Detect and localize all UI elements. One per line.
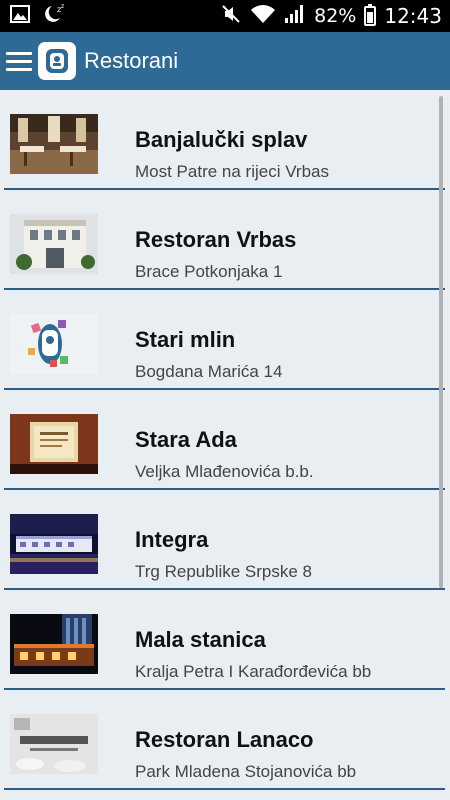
restaurant-item[interactable]: Integra Trg Republike Srpske 8: [0, 490, 445, 590]
restaurant-item[interactable]: Stari mlin Bogdana Marića 14: [0, 290, 445, 390]
signal-icon: [284, 4, 306, 28]
restaurant-name: Mala stanica: [135, 627, 266, 652]
scrollbar[interactable]: [439, 96, 443, 588]
app-bar: Restorani: [0, 32, 450, 90]
restaurant-address: Brace Potkonjaka 1: [135, 262, 283, 281]
restaurant-thumbnail: [10, 414, 98, 474]
page-title: Restorani: [84, 48, 179, 73]
app-logo[interactable]: [38, 42, 76, 80]
restaurant-thumbnail: [10, 314, 98, 374]
svg-text:z: z: [61, 3, 64, 10]
restaurant-address: Most Patre na rijeci Vrbas: [135, 162, 329, 181]
mute-icon: [220, 3, 242, 29]
restaurant-address: Bogdana Marića 14: [135, 362, 283, 381]
restaurant-name: Restoran Lanaco: [135, 727, 314, 752]
restaurant-name: Integra: [135, 527, 209, 552]
restaurant-address: Veljka Mlađenovića b.b.: [135, 462, 314, 481]
restaurant-thumbnail: [10, 614, 98, 674]
image-icon: [10, 5, 30, 27]
restaurant-name: Restoran Vrbas: [135, 227, 297, 252]
restaurant-item[interactable]: Mala stanica Kralja Petra I Karađorđević…: [0, 590, 445, 690]
divider: [4, 788, 445, 790]
restaurant-thumbnail: [10, 214, 98, 274]
battery-percent: 82%: [314, 5, 357, 27]
restaurant-thumbnail: [10, 514, 98, 574]
restaurant-address: Park Mladena Stojanovića bb: [135, 762, 357, 781]
sleep-moon-icon: zz: [40, 3, 66, 29]
restaurant-address: Kralja Petra I Karađorđevića bb: [135, 662, 372, 681]
restaurant-name: Stara Ada: [135, 427, 237, 452]
menu-icon[interactable]: [6, 46, 36, 76]
restaurant-thumbnail: [10, 714, 98, 774]
restaurant-item[interactable]: Restoran Vrbas Brace Potkonjaka 1: [0, 190, 445, 290]
restaurant-item[interactable]: Stara Ada Veljka Mlađenovića b.b.: [0, 390, 445, 490]
restaurant-thumbnail: [10, 114, 98, 174]
restaurant-list[interactable]: Banjalučki splav Most Patre na rijeci Vr…: [0, 90, 450, 800]
restaurant-address: Trg Republike Srpske 8: [135, 562, 313, 581]
battery-fill: [367, 12, 374, 23]
status-bar: zz 82% 12:43: [0, 0, 450, 32]
restaurant-item[interactable]: Restoran Lanaco Park Mladena Stojanovića…: [0, 690, 445, 790]
restaurant-name: Stari mlin: [135, 327, 236, 352]
restaurant-item[interactable]: Banjalučki splav Most Patre na rijeci Vr…: [0, 90, 445, 190]
battery-icon: [364, 4, 377, 26]
clock: 12:43: [384, 4, 442, 28]
restaurant-name: Banjalučki splav: [135, 127, 308, 152]
wifi-icon: [250, 4, 276, 28]
